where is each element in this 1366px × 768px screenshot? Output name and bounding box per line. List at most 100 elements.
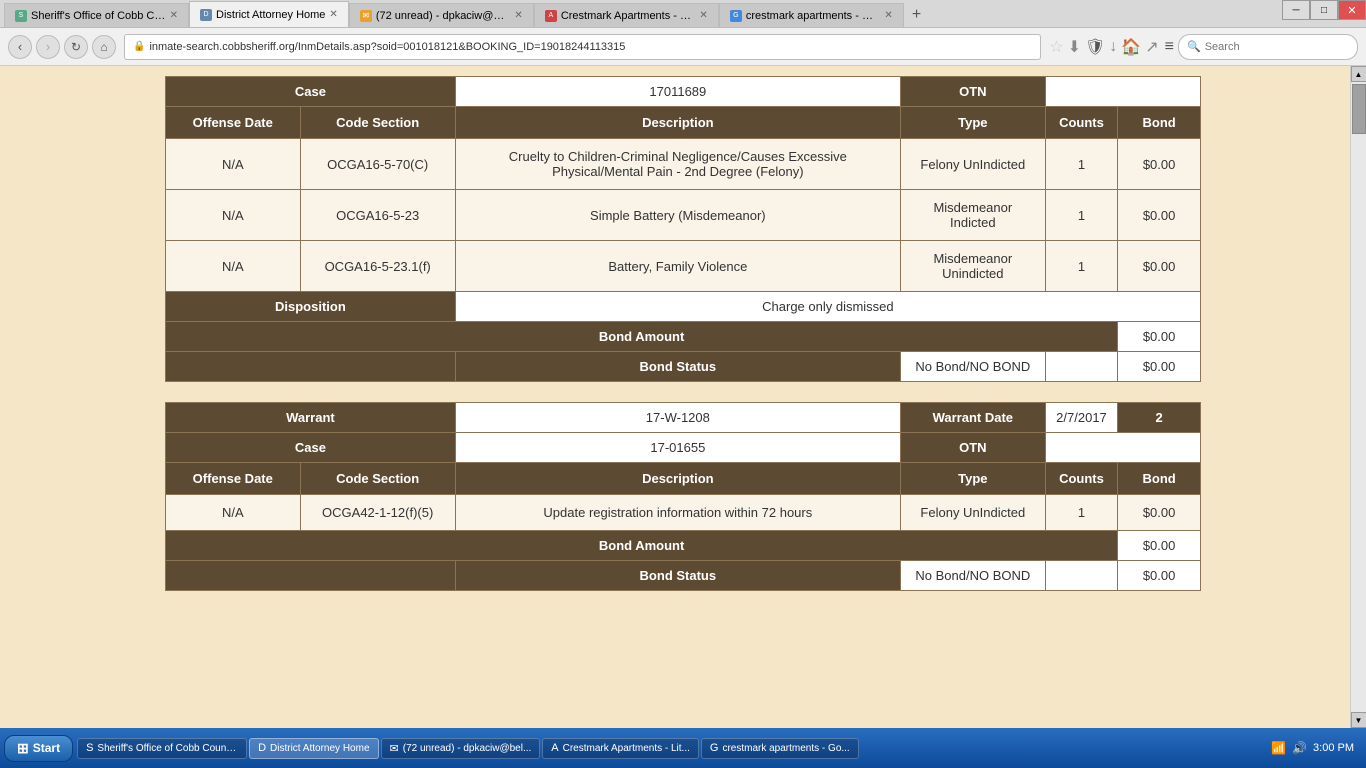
bond-amount-value-1: $0.00: [1118, 322, 1201, 352]
search-input[interactable]: [1205, 41, 1345, 53]
search-icon: 🔍: [1187, 40, 1201, 53]
scroll-thumb[interactable]: [1352, 84, 1366, 134]
bond-status-empty-1: [1045, 352, 1117, 382]
otn-header-2: OTN: [900, 432, 1045, 462]
bond-status-value-2: No Bond/NO BOND: [900, 560, 1045, 590]
taskbar: ⊞ Start S Sheriff's Office of Cobb Count…: [0, 728, 1366, 768]
tab-email[interactable]: ✉ (72 unread) - dpkaciw@bel... ✕: [349, 3, 534, 27]
pocket-btn[interactable]: ⬇: [1068, 37, 1081, 57]
code-section-cell: OCGA42-1-12(f)(5): [300, 494, 455, 530]
counts-cell: 1: [1045, 494, 1117, 530]
forward-btn[interactable]: ›: [36, 35, 60, 59]
spacer-row-final: [166, 590, 1201, 610]
shield-icon: 🛡: [1085, 37, 1105, 57]
offense-date-header-1: Offense Date: [166, 107, 301, 139]
bond-status-header-1: Bond Status: [455, 352, 900, 382]
code-section-cell: OCGA16-5-23.1(f): [300, 241, 455, 292]
description-header-1: Description: [455, 107, 900, 139]
bond-cell: $0.00: [1118, 139, 1201, 190]
window-minimize-btn[interactable]: ─: [1282, 0, 1310, 20]
bond-status-header-2: Bond Status: [455, 560, 900, 590]
taskbar-item-crestmark[interactable]: A Crestmark Apartments - Lit...: [542, 738, 699, 759]
system-tray: 📶 🔊 3:00 PM: [1263, 741, 1362, 755]
case-value-1: 17011689: [455, 77, 900, 107]
ff-send-btn[interactable]: ↗: [1145, 37, 1158, 57]
case-value-2: 17-01655: [455, 432, 900, 462]
taskbar-item-sheriff[interactable]: S Sheriff's Office of Cobb County...: [77, 738, 247, 759]
windows-icon: ⊞: [17, 740, 29, 757]
taskbar-item-crestmark-label: Crestmark Apartments - Lit...: [563, 743, 690, 754]
scroll-down-arrow[interactable]: ▼: [1351, 712, 1366, 728]
new-tab-btn[interactable]: +: [904, 3, 929, 27]
taskbar-item-email[interactable]: ✉ (72 unread) - dpkaciw@bel...: [381, 738, 541, 759]
warrant-value: 17-W-1208: [455, 402, 900, 432]
tab-google-close[interactable]: ✕: [884, 10, 892, 21]
taskbar-item-sheriff-label: Sheriff's Office of Cobb County...: [97, 743, 238, 754]
scrollbar[interactable]: ▲ ▼: [1350, 66, 1366, 728]
nav-bar: ‹ › ↻ ⌂ 🔒 inmate-search.cobbsheriff.org/…: [0, 28, 1366, 66]
menu-btn[interactable]: ≡: [1165, 38, 1174, 56]
warrant-number: 2: [1118, 402, 1201, 432]
taskbar-item-da[interactable]: D District Attorney Home: [249, 738, 378, 759]
window-restore-btn[interactable]: □: [1310, 0, 1338, 20]
taskbar-icon-google: G: [710, 742, 719, 754]
warrant-label: Warrant: [166, 402, 456, 432]
tab-district-attorney[interactable]: D District Attorney Home ✕: [189, 1, 349, 27]
scroll-up-arrow[interactable]: ▲: [1351, 66, 1366, 82]
code-section-cell: OCGA16-5-70(C): [300, 139, 455, 190]
tab-sheriff-close[interactable]: ✕: [170, 10, 178, 21]
counts-cell: 1: [1045, 139, 1117, 190]
taskbar-item-google[interactable]: G crestmark apartments - Go...: [701, 738, 859, 759]
tab-district-attorney-close[interactable]: ✕: [329, 9, 337, 20]
window-close-btn[interactable]: ✕: [1338, 0, 1366, 20]
offense-date-cell: N/A: [166, 190, 301, 241]
otn-value-2: [1045, 432, 1200, 462]
case-header-2: Case: [166, 432, 456, 462]
bond-status-row-2: Bond Status No Bond/NO BOND $0.00: [166, 560, 1201, 590]
tab-bar: S Sheriff's Office of Cobb County... ✕ D…: [0, 0, 1366, 28]
counts-header-2: Counts: [1045, 462, 1117, 494]
tab-google[interactable]: G crestmark apartments - Go... ✕: [719, 3, 904, 27]
counts-header-1: Counts: [1045, 107, 1117, 139]
bond-status-row-1: Bond Status No Bond/NO BOND $0.00: [166, 352, 1201, 382]
bond-amount-value-2: $0.00: [1118, 530, 1201, 560]
tab-sheriff-title: Sheriff's Office of Cobb County...: [31, 10, 166, 22]
start-btn[interactable]: ⊞ Start: [4, 735, 73, 762]
offense-date-header-2: Offense Date: [166, 462, 301, 494]
table-row: N/A OCGA16-5-70(C) Cruelty to Children-C…: [166, 139, 1201, 190]
bookmark-btn[interactable]: ☆: [1049, 37, 1063, 57]
tab-crestmark[interactable]: A Crestmark Apartments - Lit... ✕: [534, 3, 719, 27]
taskbar-item-email-label: (72 unread) - dpkaciw@bel...: [403, 743, 532, 754]
offense-date-cell: N/A: [166, 139, 301, 190]
start-label: Start: [33, 741, 60, 755]
type-header-1: Type: [900, 107, 1045, 139]
disposition-row: Disposition Charge only dismissed: [166, 292, 1201, 322]
tab-email-close[interactable]: ✕: [514, 10, 522, 21]
tray-time: 3:00 PM: [1313, 742, 1354, 754]
description-header-2: Description: [455, 462, 900, 494]
code-section-header-1: Code Section: [300, 107, 455, 139]
description-cell: Update registration information within 7…: [455, 494, 900, 530]
type-cell: Felony UnIndicted: [900, 139, 1045, 190]
refresh-btn[interactable]: ↻: [64, 35, 88, 59]
warrant2-table: Warrant 17-W-1208 Warrant Date 2/7/2017 …: [165, 402, 1201, 611]
ff-home-btn[interactable]: 🏠: [1121, 37, 1141, 57]
disposition-header: Disposition: [166, 292, 456, 322]
bond-status-value-1: No Bond/NO BOND: [900, 352, 1045, 382]
taskbar-item-da-label: District Attorney Home: [270, 743, 369, 754]
tab-google-title: crestmark apartments - Go...: [746, 10, 881, 22]
counts-cell: 1: [1045, 190, 1117, 241]
taskbar-icon-email: ✉: [390, 742, 399, 755]
bond-status-empty-2: [1045, 560, 1117, 590]
bond-amount-header-2: Bond Amount: [166, 530, 1118, 560]
bond-cell: $0.00: [1118, 190, 1201, 241]
address-bar[interactable]: 🔒 inmate-search.cobbsheriff.org/InmDetai…: [124, 34, 1041, 60]
spacer-row: [166, 382, 1201, 402]
back-btn[interactable]: ‹: [8, 35, 32, 59]
home-btn[interactable]: ⌂: [92, 35, 116, 59]
tab-sheriff[interactable]: S Sheriff's Office of Cobb County... ✕: [4, 3, 189, 27]
table-row: N/A OCGA16-5-23 Simple Battery (Misdemea…: [166, 190, 1201, 241]
bond-status-amount-2: $0.00: [1118, 560, 1201, 590]
download-btn[interactable]: ↓: [1109, 38, 1117, 56]
tab-crestmark-close[interactable]: ✕: [699, 10, 707, 21]
